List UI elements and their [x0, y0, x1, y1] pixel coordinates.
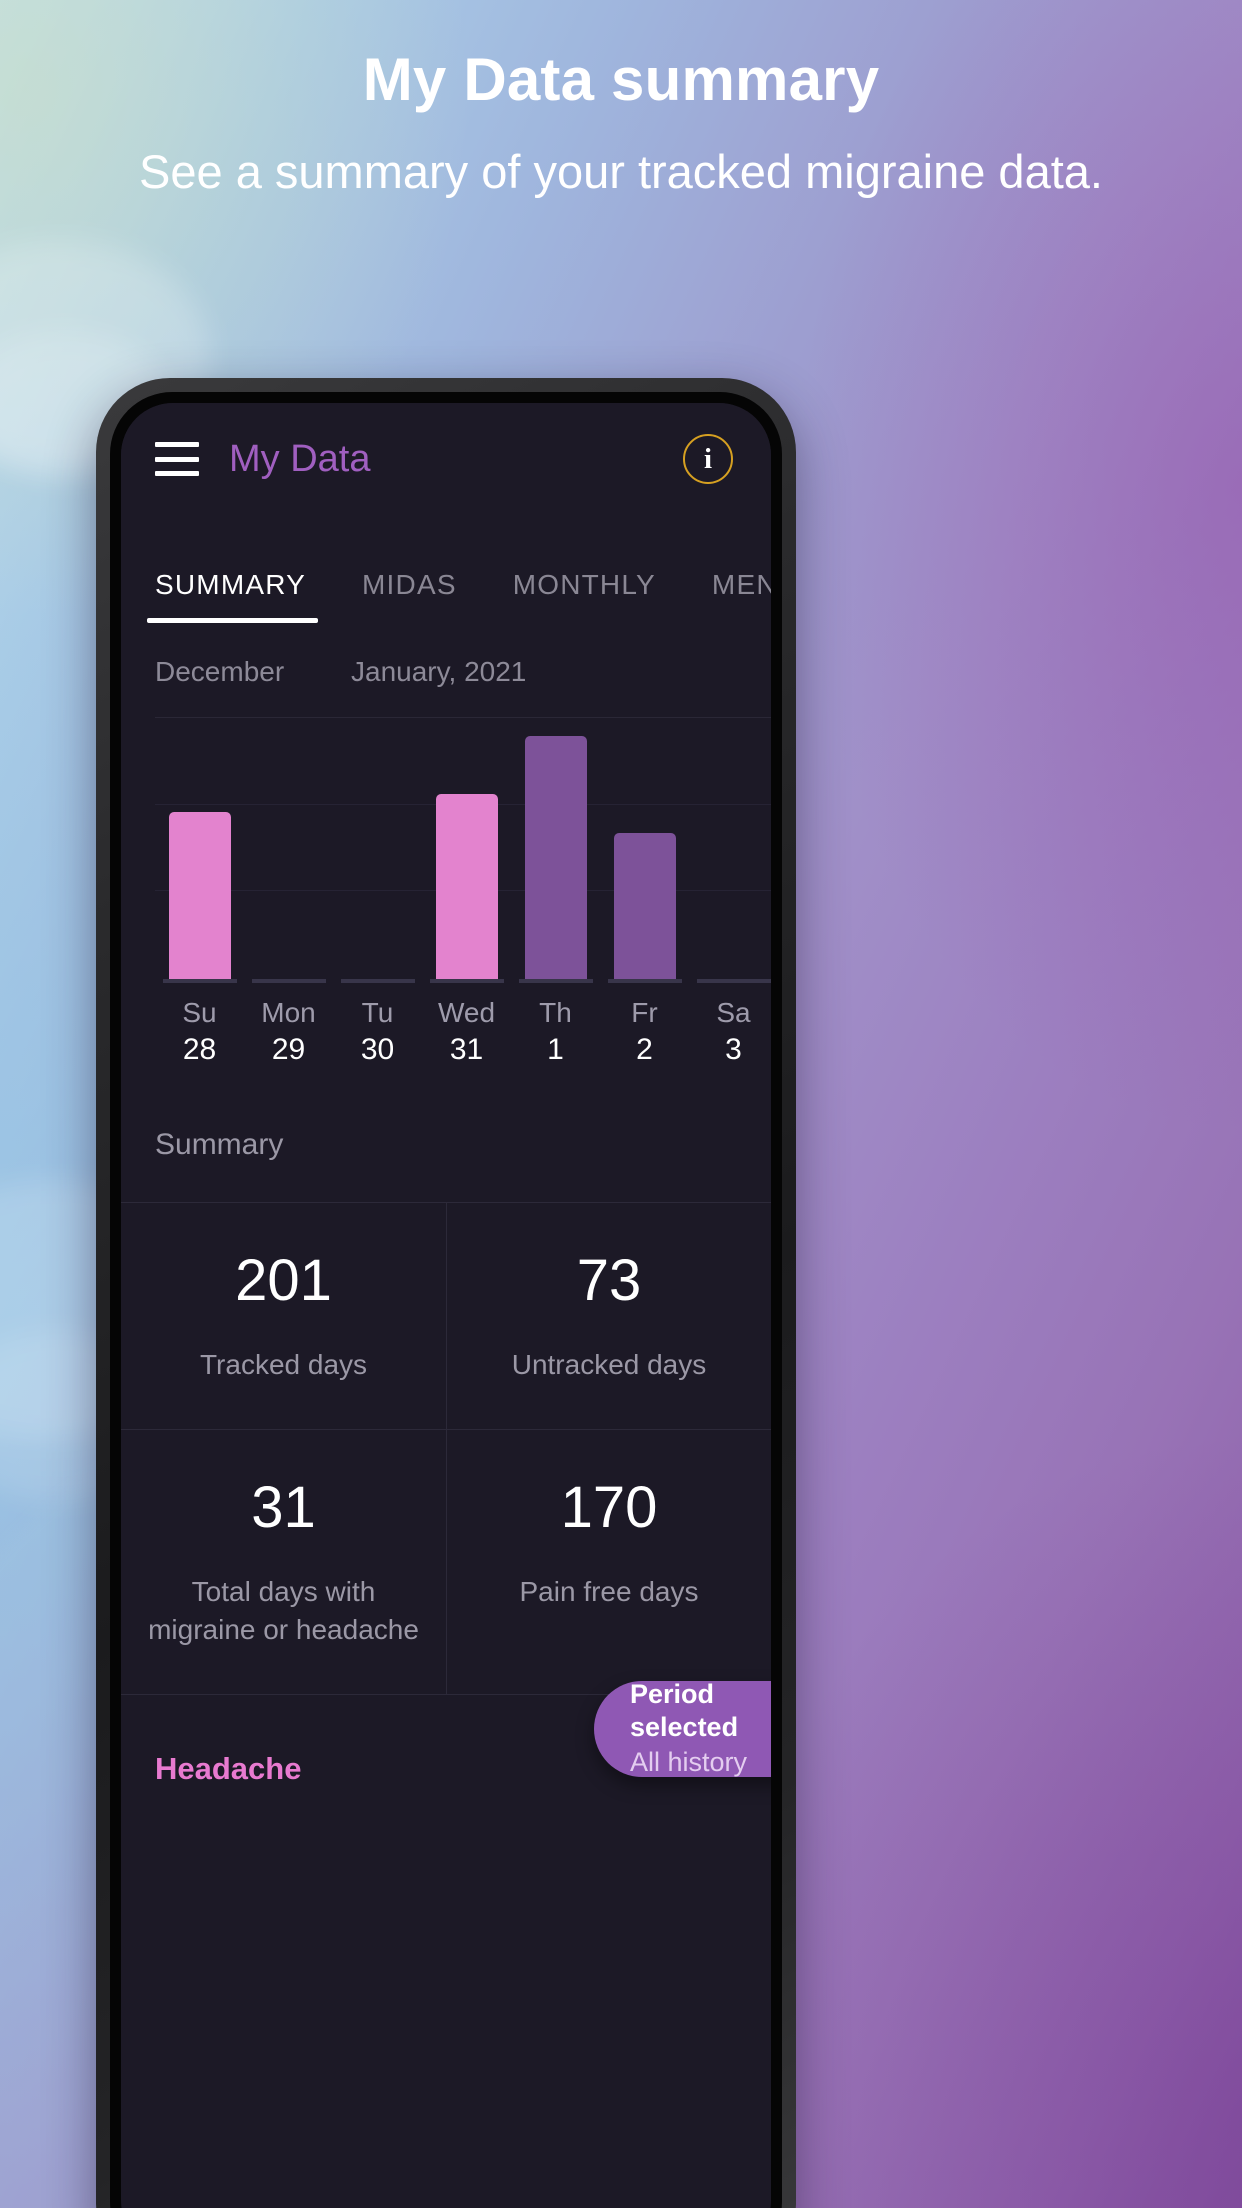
phone-device-frame: My Data i SUMMARY MIDAS MONTHLY MENSTRUAL D…: [96, 378, 796, 2208]
chart-day-label: Su 28: [155, 995, 244, 1068]
summary-stat-row: 31 Total days with migraine or headache 17…: [121, 1429, 771, 1695]
chart-day-name: Th: [539, 997, 572, 1028]
tab-menstrual[interactable]: MENSTRUAL: [712, 569, 771, 623]
summary-stat-cell: 201 Tracked days: [121, 1203, 446, 1429]
chart-day-number: 2: [636, 1032, 653, 1066]
summary-stat-value: 170: [560, 1474, 658, 1540]
chart-day-label: Sa 3: [689, 995, 771, 1068]
promo-title: My Data summary: [362, 46, 880, 113]
chart-axis-tick: [608, 979, 682, 983]
chart-axis-tick: [430, 979, 504, 983]
period-selected-title: Period selected: [630, 1679, 739, 1742]
chart-day-labels: Su28Mon29Tu30Wed31Th1Fr2Sa3Mon4Tu5Wed6: [155, 979, 771, 1068]
chart-axis: [155, 979, 771, 983]
chart-day-number: 31: [449, 1032, 484, 1066]
promo-subtitle: See a summary of your tracked migraine d…: [139, 145, 1103, 199]
chart-day-number: 28: [182, 1032, 217, 1066]
tab-summary[interactable]: SUMMARY: [146, 569, 319, 623]
phone-bezel: My Data i SUMMARY MIDAS MONTHLY MENSTRUAL D…: [110, 392, 782, 2208]
summary-stat-cell: 31 Total days with migraine or headache: [121, 1430, 446, 1694]
phone-screen: My Data i SUMMARY MIDAS MONTHLY MENSTRUAL D…: [121, 403, 771, 2208]
chart-bar[interactable]: [524, 736, 587, 979]
app-title: My Data: [229, 437, 371, 480]
chart-day-name: Wed: [437, 997, 496, 1028]
summary-stat-row: 201 Tracked days 73 Untracked days: [121, 1203, 771, 1430]
chart-day-number: 30: [360, 1032, 395, 1066]
bar-slot[interactable]: [422, 718, 511, 979]
chart-day-label: Tu 30: [333, 995, 422, 1068]
summary-stats: 201 Tracked days 73 Untracked days 31 Total d…: [121, 1202, 771, 1695]
chart-month-row: December January, 2021: [121, 641, 771, 703]
bar-slot[interactable]: [689, 718, 771, 979]
summary-stat-value: 201: [235, 1248, 332, 1314]
bar-chart-bars: [155, 718, 771, 979]
summary-heading: Summary: [121, 1068, 771, 1203]
chart-day-label: Mon 29: [244, 995, 333, 1068]
chart-day-name: Fr: [631, 997, 658, 1028]
chart-current-month-label: January, 2021: [351, 656, 527, 687]
bar-slot[interactable]: [511, 718, 600, 979]
summary-stat-label: Total days with migraine or headache: [148, 1575, 419, 1646]
info-icon-glyph: i: [703, 442, 713, 475]
chart-day-name: Sa: [716, 997, 751, 1028]
period-selector-texts: Period selected All history: [594, 1678, 771, 1780]
period-selector-fab[interactable]: Period selected All history: [594, 1678, 771, 1780]
summary-stat-label: Untracked days: [511, 1349, 707, 1381]
chart-day-label: Th 1: [511, 995, 600, 1068]
bar-slot[interactable]: [333, 718, 422, 979]
tab-monthly[interactable]: MONTHLY: [513, 569, 656, 623]
chart-block: December January, 2021 Su 28 Mon 29 Tu 30 Wed 3…: [121, 623, 771, 1069]
chart-bar[interactable]: [613, 832, 676, 979]
bar-slot[interactable]: [155, 718, 244, 979]
chart-bar[interactable]: [435, 793, 498, 979]
chart-day-name: Su: [182, 997, 217, 1028]
tab-midas[interactable]: MIDAS: [362, 569, 457, 623]
promo-text-block: My Data summary See a summary of your tr…: [0, 46, 1242, 202]
chart-previous-month-label: December: [155, 656, 285, 687]
chart-day-label: Wed 31: [422, 995, 511, 1068]
chart-day-name: Mon: [261, 997, 316, 1028]
summary-stat-value: 73: [576, 1248, 642, 1314]
chart-day-number: 29: [271, 1032, 306, 1066]
chart-day-number: 3: [725, 1032, 742, 1066]
chart-axis-tick: [697, 979, 771, 983]
summary-stat-value: 31: [251, 1474, 316, 1540]
chart-day-name: Tu: [361, 997, 394, 1028]
summary-stat-cell: 170 Pain free days: [446, 1429, 771, 1694]
bar-chart[interactable]: [155, 717, 771, 983]
info-icon[interactable]: i: [683, 434, 733, 484]
period-selected-value: All history: [630, 1747, 748, 1778]
summary-stat-cell: 73 Untracked days: [446, 1203, 771, 1429]
chart-axis-tick: [519, 979, 593, 983]
chart-axis-tick: [163, 979, 237, 983]
summary-stat-label: Pain free days: [519, 1575, 699, 1607]
hamburger-menu-icon[interactable]: [155, 442, 199, 476]
bar-slot[interactable]: [244, 718, 333, 979]
tab-bar[interactable]: SUMMARY MIDAS MONTHLY MENSTRUAL: [121, 515, 771, 623]
chart-day-number: 1: [547, 1032, 564, 1066]
app-bar: My Data i: [121, 403, 771, 515]
chart-day-label: Fr 2: [600, 995, 689, 1068]
chart-axis-tick: [252, 979, 326, 983]
summary-stat-label: Tracked days: [199, 1349, 368, 1381]
chart-axis-tick: [341, 979, 415, 983]
bar-slot[interactable]: [600, 718, 689, 979]
chart-bar[interactable]: [168, 811, 231, 979]
